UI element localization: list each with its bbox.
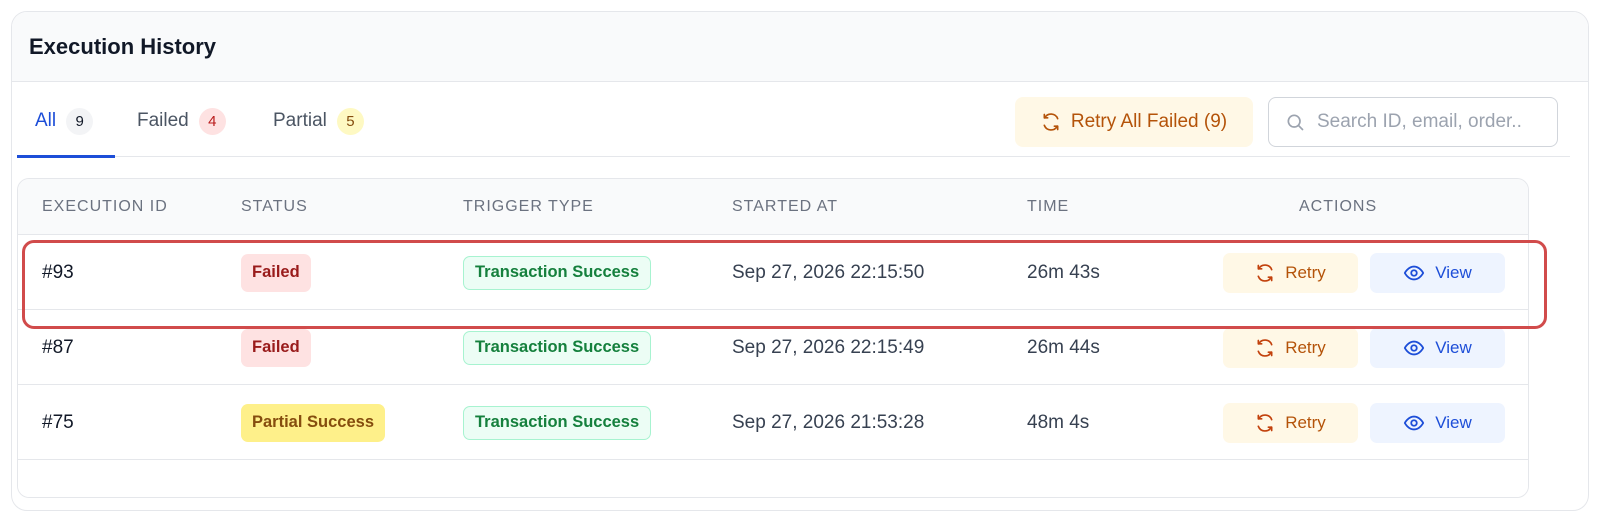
- retry-all-failed-button[interactable]: Retry All Failed (9): [1015, 97, 1253, 147]
- tab-partial-count: 5: [336, 107, 364, 135]
- tab-all-count: 9: [66, 107, 94, 135]
- table-row: [18, 460, 1528, 497]
- table-row: #75 Partial Success Transaction Success …: [18, 385, 1528, 460]
- view-label: View: [1435, 412, 1472, 432]
- status-cell: Failed: [241, 235, 311, 310]
- tab-failed[interactable]: Failed 4: [115, 85, 255, 157]
- duration: 48m 4s: [1027, 411, 1090, 433]
- column-header-time: TIME: [1027, 198, 1070, 215]
- retry-label: Retry: [1285, 262, 1326, 282]
- view-button[interactable]: View: [1370, 327, 1505, 368]
- eye-icon: [1404, 340, 1425, 355]
- retry-all-failed-label: Retry All Failed (9): [1070, 111, 1228, 132]
- table-header: EXECUTION ID STATUS TRIGGER TYPE STARTED…: [18, 179, 1528, 235]
- trigger-badge: Transaction Success: [463, 330, 652, 365]
- tab-all[interactable]: All 9: [17, 85, 115, 158]
- view-label: View: [1435, 262, 1472, 282]
- search-input[interactable]: [1317, 111, 1552, 133]
- search-icon: [1287, 114, 1304, 131]
- trigger-cell: Transaction Success: [463, 310, 652, 385]
- tab-bar: All 9 Failed 4 Partial 5: [17, 85, 395, 158]
- duration: 26m 44s: [1027, 336, 1100, 358]
- view-button[interactable]: View: [1370, 402, 1505, 443]
- view-button[interactable]: View: [1370, 252, 1505, 293]
- toolbar: All 9 Failed 4 Partial 5 Retry All Faile…: [17, 85, 1570, 158]
- execution-id[interactable]: #87: [42, 310, 74, 385]
- row-actions: Retry View: [1223, 310, 1505, 385]
- started-at: Sep 27, 2026 22:15:50: [732, 261, 925, 283]
- column-header-execution-id: EXECUTION ID: [42, 198, 168, 215]
- card-header: Execution History: [12, 12, 1588, 82]
- eye-icon: [1404, 415, 1425, 430]
- execution-id[interactable]: #75: [42, 385, 74, 460]
- retry-button[interactable]: Retry: [1223, 327, 1358, 368]
- row-actions: Retry View: [1223, 385, 1505, 460]
- row-actions: Retry View: [1223, 235, 1505, 310]
- retry-button[interactable]: Retry: [1223, 402, 1358, 443]
- status-badge: Failed: [241, 253, 311, 292]
- duration: 26m 43s: [1027, 261, 1100, 283]
- trigger-cell: Transaction Success: [463, 385, 652, 460]
- executions-table: EXECUTION ID STATUS TRIGGER TYPE STARTED…: [17, 178, 1529, 498]
- column-header-status: STATUS: [241, 198, 308, 215]
- status-cell: Partial Success: [241, 385, 385, 460]
- tab-failed-count: 4: [198, 107, 226, 135]
- status-cell: Failed: [241, 310, 311, 385]
- retry-label: Retry: [1285, 337, 1326, 357]
- search-box: [1268, 97, 1558, 147]
- refresh-icon: [1257, 338, 1273, 357]
- page-title: Execution History: [29, 33, 217, 59]
- trigger-cell: Transaction Success: [463, 235, 652, 310]
- refresh-icon: [1043, 113, 1059, 131]
- eye-icon: [1404, 265, 1425, 280]
- refresh-icon: [1257, 263, 1273, 282]
- started-at: Sep 27, 2026 21:53:28: [732, 411, 925, 433]
- execution-id[interactable]: #93: [42, 235, 74, 310]
- tab-all-label: All: [35, 110, 57, 131]
- tab-failed-label: Failed: [137, 110, 189, 131]
- table-row: #87 Failed Transaction Success Sep 27, 2…: [18, 310, 1528, 385]
- column-header-started-at: STARTED AT: [732, 198, 839, 215]
- column-header-actions: ACTIONS: [1299, 198, 1378, 215]
- retry-button[interactable]: Retry: [1223, 252, 1358, 293]
- started-at: Sep 27, 2026 22:15:49: [732, 336, 925, 358]
- tab-partial[interactable]: Partial 5: [255, 85, 395, 157]
- refresh-icon: [1257, 413, 1273, 432]
- trigger-badge: Transaction Success: [463, 255, 652, 290]
- retry-label: Retry: [1285, 412, 1326, 432]
- table-row: #93 Failed Transaction Success Sep 27, 2…: [18, 235, 1528, 310]
- tab-partial-label: Partial: [273, 110, 327, 131]
- trigger-badge: Transaction Success: [463, 405, 652, 440]
- status-badge: Failed: [241, 328, 311, 367]
- view-label: View: [1435, 337, 1472, 357]
- column-header-trigger-type: TRIGGER TYPE: [463, 198, 594, 215]
- status-badge: Partial Success: [241, 403, 385, 442]
